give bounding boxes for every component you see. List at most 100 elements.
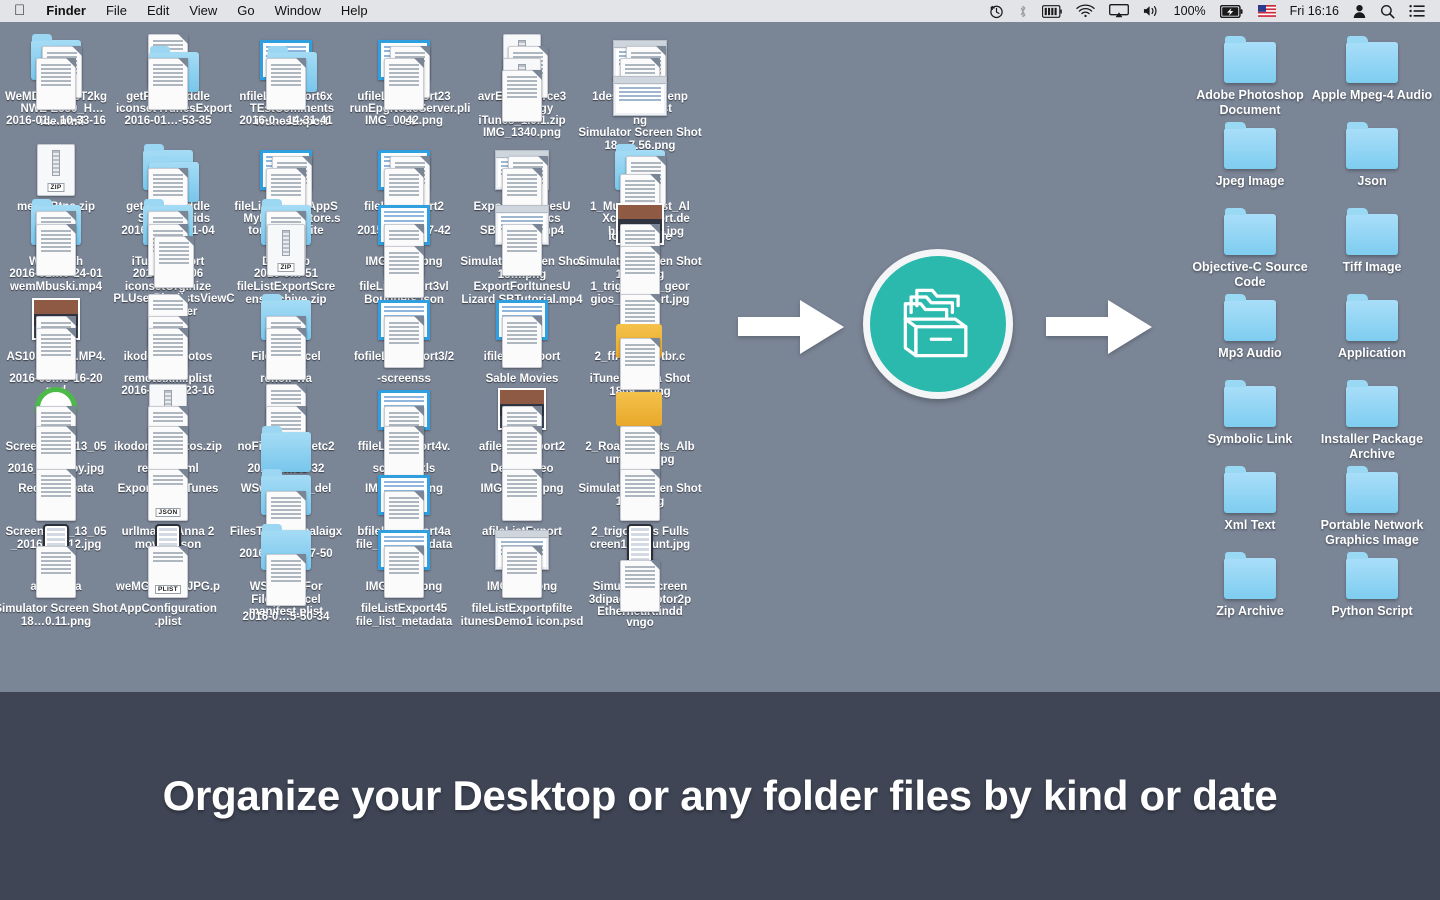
sorted-folder-label: Objective-C Source Code bbox=[1192, 260, 1308, 289]
sorted-folder-item[interactable]: Symbolic Link bbox=[1180, 380, 1320, 447]
clock-label[interactable]: Fri 16:16 bbox=[1283, 0, 1346, 22]
desktop-file-label: 2016-01…-53-35 bbox=[124, 115, 212, 127]
doc-icon bbox=[490, 68, 554, 126]
desktop-file-label: 2016-01…10-33-16 bbox=[6, 115, 106, 127]
desktop-file-icon[interactable]: IMG_1340.png bbox=[466, 68, 578, 140]
menu-item-help[interactable]: Help bbox=[331, 0, 378, 22]
sorted-folder-item[interactable]: Portable Network Graphics Image bbox=[1302, 466, 1440, 547]
doc-icon bbox=[254, 552, 318, 610]
json-icon: JSON bbox=[136, 467, 200, 525]
sorted-folder-label: Apple Mpeg-4 Audio bbox=[1311, 88, 1433, 102]
doc-icon bbox=[24, 56, 88, 114]
battery-percent-label: 100% bbox=[1173, 4, 1206, 18]
caption-text: Organize your Desktop or any folder file… bbox=[162, 772, 1278, 819]
bluetooth-icon[interactable] bbox=[1011, 0, 1035, 22]
time-machine-icon[interactable] bbox=[982, 0, 1011, 22]
folder-icon bbox=[1346, 36, 1398, 83]
desktop-file-label: 2016-0…14-31-41 bbox=[239, 115, 333, 127]
airplay-icon[interactable] bbox=[1102, 0, 1136, 22]
desktop-file-label: vngo bbox=[626, 617, 654, 629]
folder-icon bbox=[1224, 294, 1276, 341]
sorted-folder-item[interactable]: Tiff Image bbox=[1302, 208, 1440, 275]
desktop-file-label: 2016-0…5-50-34 bbox=[242, 611, 330, 623]
sorted-folder-item[interactable]: Python Script bbox=[1302, 552, 1440, 619]
folder-icon bbox=[1224, 36, 1276, 83]
doc-icon bbox=[142, 234, 206, 292]
doc-icon bbox=[372, 544, 436, 602]
sorted-folder-item[interactable]: Json bbox=[1302, 122, 1440, 189]
sorted-folder-label: Symbolic Link bbox=[1207, 432, 1293, 446]
menu-item-go[interactable]: Go bbox=[227, 0, 264, 22]
notification-center-icon[interactable] bbox=[1402, 0, 1432, 22]
us-flag-icon[interactable] bbox=[1251, 0, 1283, 22]
folder-icon bbox=[1224, 208, 1276, 255]
screenshot-root:  Finder File Edit View Go Window Help bbox=[0, 0, 1440, 900]
desktop-file-icon[interactable]: 2016-01…10-33-16 bbox=[0, 56, 112, 128]
user-account-icon[interactable] bbox=[1346, 0, 1373, 22]
doc-icon bbox=[490, 314, 554, 372]
volume-icon[interactable] bbox=[1136, 0, 1167, 22]
desktop-file-icon[interactable]: Simulator Screen Shot 18…0.11.png bbox=[0, 544, 118, 628]
menu-bar-left:  Finder File Edit View Go Window Help bbox=[0, 0, 378, 22]
desktop-file-icon[interactable]: IMG_0042.png bbox=[348, 56, 460, 128]
spotlight-search-icon[interactable] bbox=[1373, 0, 1402, 22]
doc-icon bbox=[254, 326, 318, 384]
sorted-folder-label: Portable Network Graphics Image bbox=[1320, 518, 1424, 547]
sorted-folder-item[interactable]: Application bbox=[1302, 294, 1440, 361]
desktop-file-icon[interactable]: vngo bbox=[584, 558, 696, 630]
caption-band: Organize your Desktop or any folder file… bbox=[0, 692, 1440, 900]
doc-icon bbox=[254, 56, 318, 114]
menu-item-view[interactable]: View bbox=[179, 0, 227, 22]
sorted-folder-label: Application bbox=[1337, 346, 1407, 360]
desktop-file-icon[interactable]: PLIST AppConfiguration .plist bbox=[112, 544, 224, 628]
arrow-right-icon-left bbox=[738, 298, 846, 356]
desktop-file-icon[interactable]: 2016-0…14-31-41 bbox=[230, 56, 342, 128]
sorted-folders-grid: Adobe Photoshop Document Apple Mpeg-4 Aud… bbox=[1160, 22, 1440, 692]
desktop-file-icon[interactable]: 2016-0…5-50-34 bbox=[230, 552, 342, 624]
sorted-folder-item[interactable]: Zip Archive bbox=[1180, 552, 1320, 619]
folder-icon bbox=[1346, 294, 1398, 341]
arrow-right-icon-right bbox=[1046, 298, 1154, 356]
sorted-folder-item[interactable]: Xml Text bbox=[1180, 466, 1320, 533]
sorted-folder-item[interactable]: Adobe Photoshop Document bbox=[1180, 36, 1320, 117]
wifi-icon[interactable] bbox=[1069, 0, 1102, 22]
doc-icon bbox=[490, 544, 554, 602]
desktop-file-icon[interactable]: -screenss bbox=[348, 314, 460, 386]
sorted-folder-label: Installer Package Archive bbox=[1320, 432, 1424, 461]
sorted-folder-item[interactable]: Objective-C Source Code bbox=[1180, 208, 1320, 289]
sorted-folder-item[interactable]: Apple Mpeg-4 Audio bbox=[1302, 36, 1440, 103]
menu-item-edit[interactable]: Edit bbox=[137, 0, 179, 22]
menu-bar-status-area: 100% Fri 16:16 bbox=[982, 0, 1440, 22]
sorted-folder-item[interactable]: Jpeg Image bbox=[1180, 122, 1320, 189]
menu-item-file[interactable]: File bbox=[96, 0, 137, 22]
doc-icon bbox=[608, 558, 672, 616]
desktop-file-label: fileListExportpfilte itunesDemo1 icon.ps… bbox=[460, 603, 584, 628]
battery-charging-icon[interactable] bbox=[1213, 0, 1251, 22]
folder-icon bbox=[1224, 122, 1276, 169]
battery-bars-icon[interactable] bbox=[1035, 0, 1069, 22]
sorted-folder-label: Xml Text bbox=[1224, 518, 1276, 532]
apple-logo-icon[interactable]:  bbox=[0, 2, 36, 20]
sorted-folder-item[interactable]: Installer Package Archive bbox=[1302, 380, 1440, 461]
zip-icon: ZIP bbox=[254, 222, 318, 280]
desktop-file-icon[interactable]: wemMbuski.mp4 bbox=[0, 222, 112, 294]
folder-icon bbox=[1346, 208, 1398, 255]
desktop-file-icon[interactable]: Sable Movies bbox=[466, 314, 578, 386]
desktop-file-icon[interactable]: fileListExportpfilte itunesDemo1 icon.ps… bbox=[461, 544, 583, 628]
menu-bar:  Finder File Edit View Go Window Help bbox=[0, 0, 1440, 22]
sorted-folder-label: Mp3 Audio bbox=[1218, 346, 1282, 360]
doc-icon bbox=[24, 326, 88, 384]
desktop-file-icon[interactable]: fileListExport45 file_list_metadata bbox=[348, 544, 460, 628]
desktop-file-icon[interactable]: Simulator Screen Shot 18…7.56.png bbox=[578, 68, 702, 152]
file-cabinet-icon bbox=[890, 274, 986, 375]
sorted-folder-item[interactable]: Mp3 Audio bbox=[1180, 294, 1320, 361]
desktop-file-icon[interactable]: 2016-01…-53-35 bbox=[112, 56, 224, 128]
menu-item-window[interactable]: Window bbox=[265, 0, 331, 22]
doc-icon bbox=[136, 56, 200, 114]
folder-icon bbox=[1346, 552, 1398, 599]
sorted-folder-label: Python Script bbox=[1331, 604, 1413, 618]
sorted-folder-label: Json bbox=[1357, 174, 1387, 188]
doc-icon bbox=[608, 467, 672, 525]
menu-item-finder[interactable]: Finder bbox=[36, 0, 96, 22]
doc-icon bbox=[490, 222, 554, 280]
